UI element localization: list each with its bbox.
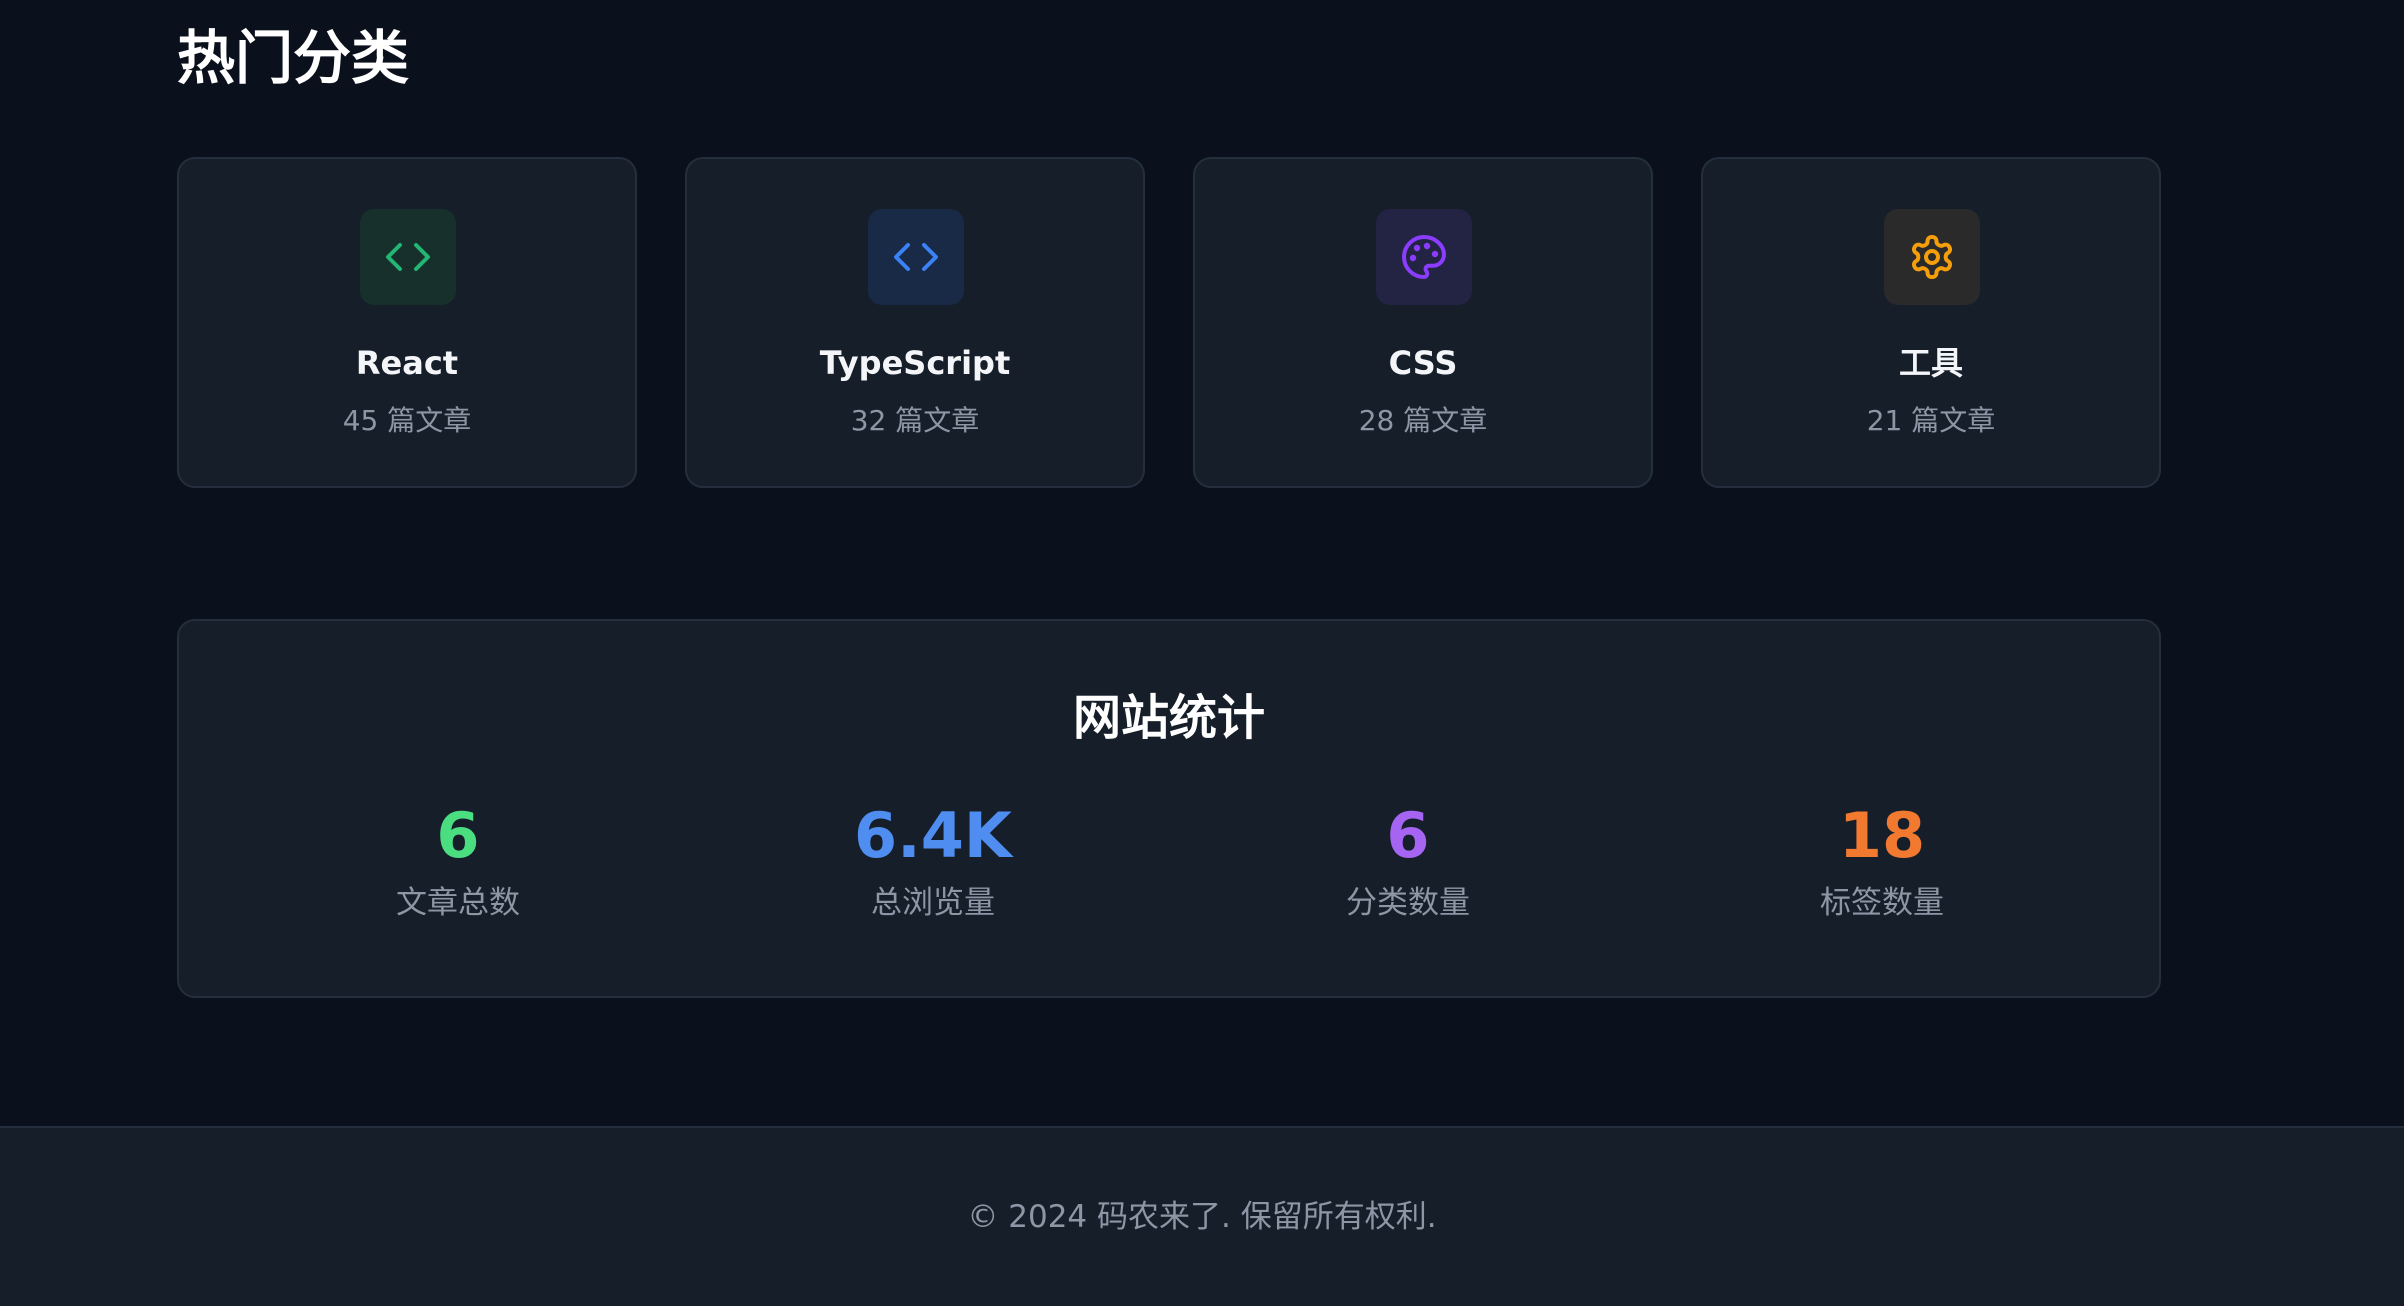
page: 热门分类 React 45 篇文章 TypeScript 32 篇文章 CSS …: [0, 0, 2404, 1306]
stat-label: 总浏览量: [871, 885, 995, 921]
stat-value: 6: [436, 799, 480, 872]
category-card-css[interactable]: CSS 28 篇文章: [1193, 157, 1653, 488]
category-card-tools[interactable]: 工具 21 篇文章: [1701, 157, 2161, 488]
footer: © 2024 码农来了. 保留所有权利.: [0, 1126, 2404, 1306]
site-stats-panel: 网站统计 6 文章总数 6.4K 总浏览量 6 分类数量 18 标签数量: [177, 619, 2161, 998]
category-count: 28 篇文章: [1358, 404, 1488, 437]
category-count: 21 篇文章: [1866, 404, 1996, 437]
gear-icon: [1884, 209, 1980, 305]
category-name: CSS: [1388, 344, 1458, 382]
stat-label: 标签数量: [1820, 885, 1944, 921]
code-icon: [360, 209, 456, 305]
stat-label: 文章总数: [396, 885, 520, 921]
copyright-text: © 2024 码农来了. 保留所有权利.: [967, 1199, 1437, 1235]
stat-total-views: 6.4K 总浏览量: [783, 793, 1083, 925]
palette-icon: [1376, 209, 1472, 305]
category-count: 32 篇文章: [850, 404, 980, 437]
category-card-typescript[interactable]: TypeScript 32 篇文章: [685, 157, 1145, 488]
stat-article-total: 6 文章总数: [308, 793, 608, 925]
stats-title: 网站统计: [1072, 690, 1265, 746]
stat-value: 6.4K: [854, 799, 1012, 872]
category-name: TypeScript: [819, 344, 1011, 382]
category-count: 45 篇文章: [342, 404, 472, 437]
category-name: 工具: [1898, 344, 1963, 382]
category-grid: React 45 篇文章 TypeScript 32 篇文章 CSS 28 篇文…: [177, 157, 2161, 490]
category-card-react[interactable]: React 45 篇文章: [177, 157, 637, 488]
stat-value: 18: [1838, 799, 1926, 872]
code-icon: [868, 209, 964, 305]
stat-category-count: 6 分类数量: [1258, 793, 1558, 925]
stats-row: 6 文章总数 6.4K 总浏览量 6 分类数量 18 标签数量: [179, 793, 2159, 933]
stat-tag-count: 18 标签数量: [1732, 793, 2032, 925]
category-name: React: [355, 344, 459, 382]
stat-value: 6: [1386, 799, 1430, 872]
section-title: 热门分类: [177, 24, 410, 92]
stat-label: 分类数量: [1346, 885, 1470, 921]
